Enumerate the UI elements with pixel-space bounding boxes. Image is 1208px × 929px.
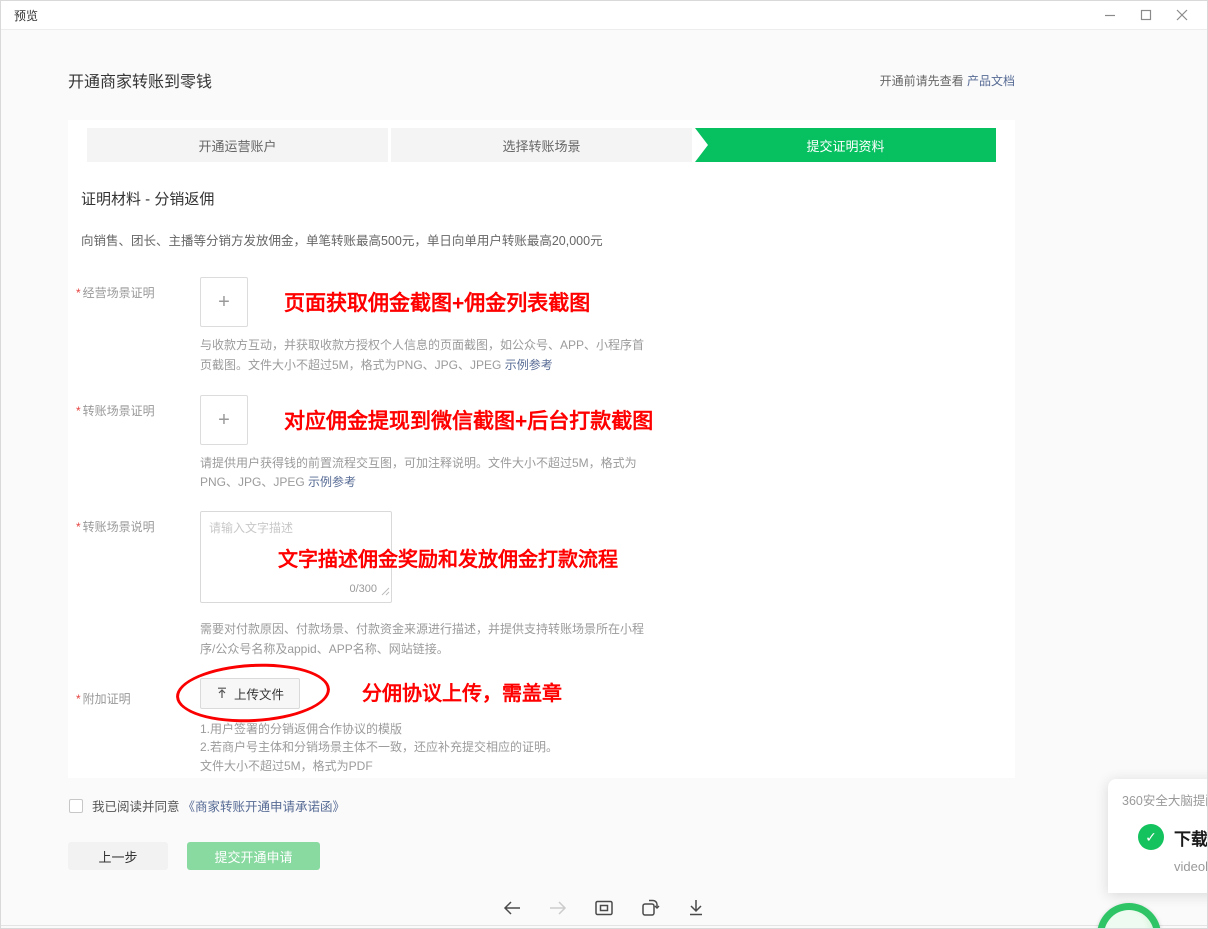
red-annotation-2: 对应佣金提现到微信截图+后台打款截图	[284, 405, 653, 435]
window-title: 预览	[14, 7, 38, 24]
step-tabs: 开通运营账户 选择转账场景 提交证明资料	[87, 128, 996, 162]
tab-select-scene[interactable]: 选择转账场景	[391, 128, 692, 162]
popup-subtitle: videol	[1174, 859, 1208, 874]
upload-arrow-icon	[216, 687, 228, 699]
agreement-row: 我已阅读并同意 《商家转账开通申请承诺函》	[69, 796, 345, 815]
forward-arrow-icon[interactable]	[547, 897, 569, 919]
plus-icon: +	[218, 292, 230, 312]
field-label: *附加证明	[76, 674, 200, 776]
upload-box-business-scene[interactable]: +	[200, 277, 248, 327]
field-extra-proof: *附加证明 上传文件 分佣协议上传，需盖章 1.用户签署的分销返佣合作协议的模版…	[68, 674, 1015, 776]
field-business-scene: *经营场景证明 + 页面获取佣金截图+佣金列表截图 与收款方互动，并获取收款方授…	[68, 277, 1015, 376]
titlebar: 预览	[0, 0, 1208, 30]
viewer-toolbar	[501, 897, 707, 919]
upload-box-transfer-scene[interactable]: +	[200, 395, 248, 445]
form-card: 开通运营账户 选择转账场景 提交证明资料 证明材料 - 分销返佣 向销售、团长、…	[68, 120, 1015, 778]
action-buttons: 上一步 提交开通申请	[68, 842, 320, 870]
field-label: *转账场景证明	[76, 395, 200, 494]
required-mark: *	[76, 520, 81, 534]
section-title: 证明材料 - 分销返佣	[81, 188, 1015, 209]
scene-desc-textarea-box: 0/300	[200, 511, 392, 603]
tab-open-account[interactable]: 开通运营账户	[87, 128, 388, 162]
agree-checkbox[interactable]	[69, 799, 83, 813]
example-link-1[interactable]: 示例参考	[505, 358, 553, 372]
red-annotation-4: 分佣协议上传，需盖章	[362, 677, 562, 706]
popup-header: 360安全大脑提醒	[1108, 779, 1208, 809]
download-icon[interactable]	[685, 897, 707, 919]
required-mark: *	[76, 286, 81, 300]
field-help: 与收款方互动，并获取收款方授权个人信息的页面截图，如公众号、APP、小程序首页截…	[200, 336, 648, 376]
prev-step-button[interactable]: 上一步	[68, 842, 168, 870]
resize-handle-icon[interactable]	[380, 583, 390, 601]
submit-application-button[interactable]: 提交开通申请	[187, 842, 320, 870]
back-arrow-icon[interactable]	[501, 897, 523, 919]
tab-submit-proof[interactable]: 提交证明资料	[695, 128, 996, 162]
agreement-link[interactable]: 《商家转账开通申请承诺函》	[183, 796, 346, 815]
example-link-2[interactable]: 示例参考	[308, 475, 356, 489]
red-annotation-1: 页面获取佣金截图+佣金列表截图	[284, 287, 590, 317]
doc-hint-text: 开通前请先查看	[880, 74, 964, 88]
window-controls	[1092, 0, 1200, 30]
field-help: 1.用户签署的分销返佣合作协议的模版 2.若商户号主体和分销场景主体不一致，还应…	[200, 720, 1015, 776]
scene-desc-textarea[interactable]	[201, 512, 391, 576]
field-help: 请提供用户获得钱的前置流程交互图，可加注释说明。文件大小不超过5M，格式为PNG…	[200, 454, 648, 494]
floating-progress-ball[interactable]	[1097, 903, 1161, 929]
field-label: *经营场景证明	[76, 277, 200, 376]
required-mark: *	[76, 404, 81, 418]
agree-text: 我已阅读并同意	[92, 796, 180, 815]
field-scene-desc: *转账场景说明 0/300 文字描述佣金奖励和发放佣金打款流程 需要对付款原因、…	[68, 511, 1015, 660]
plus-icon: +	[218, 410, 230, 430]
rotate-icon[interactable]	[639, 897, 661, 919]
product-doc-link[interactable]: 产品文档	[967, 74, 1015, 88]
section-desc: 向销售、团长、主播等分销方发放佣金，单笔转账最高500元，单日向单用户转账最高2…	[81, 230, 1015, 249]
upload-file-button[interactable]: 上传文件	[200, 678, 300, 709]
popup-title: 下载完	[1174, 825, 1208, 850]
required-mark: *	[76, 692, 81, 706]
field-help: 需要对付款原因、付款场景、付款资金来源进行描述，并提供支持转账场景所在小程序/公…	[200, 620, 648, 660]
check-circle-icon: ✓	[1138, 824, 1164, 850]
maximize-icon[interactable]	[1128, 0, 1164, 30]
fit-window-icon[interactable]	[593, 897, 615, 919]
doc-hint-row: 开通前请先查看 产品文档	[68, 72, 1015, 89]
minimize-icon[interactable]	[1092, 0, 1128, 30]
char-counter: 0/300	[349, 583, 377, 595]
security-popup: 360安全大脑提醒 ✓ 下载完 videol	[1108, 779, 1208, 893]
close-icon[interactable]	[1164, 0, 1200, 30]
floating-progress-ball-inner	[1104, 910, 1154, 929]
field-transfer-scene: *转账场景证明 + 对应佣金提现到微信截图+后台打款截图 请提供用户获得钱的前置…	[68, 395, 1015, 494]
field-label: *转账场景说明	[76, 511, 200, 660]
window-bottom-divider	[0, 925, 1208, 926]
